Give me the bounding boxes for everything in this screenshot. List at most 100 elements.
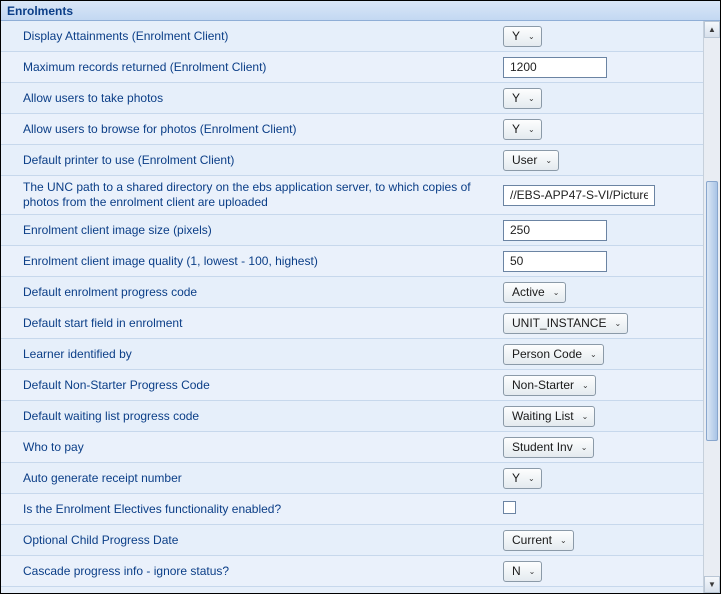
- chevron-down-icon: ⌄: [590, 350, 597, 359]
- setting-control: [503, 57, 607, 78]
- scroll-down-button[interactable]: ▼: [704, 576, 720, 593]
- setting-textbox[interactable]: [503, 57, 607, 78]
- setting-control: [503, 185, 655, 206]
- setting-control: Y⌄: [503, 468, 542, 489]
- setting-textbox[interactable]: [503, 185, 655, 206]
- chevron-down-icon: ⌄: [560, 536, 567, 545]
- setting-row: Default enrolment progress code Active ⌄: [1, 277, 703, 308]
- setting-dropdown[interactable]: Active ⌄: [503, 282, 566, 303]
- dropdown-value: UNIT_INSTANCE: [512, 316, 606, 330]
- setting-label: Default waiting list progress code: [23, 409, 503, 424]
- scroll-up-button[interactable]: ▲: [704, 21, 720, 38]
- chevron-down-icon: ⌄: [582, 412, 589, 421]
- setting-row: Learner identified by Person Code ⌄: [1, 339, 703, 370]
- setting-row: Who to pay Student Inv ⌄: [1, 432, 703, 463]
- setting-row: Enrolment client image quality (1, lowes…: [1, 246, 703, 277]
- setting-dropdown[interactable]: Y⌄: [503, 119, 542, 140]
- setting-textbox[interactable]: [503, 220, 607, 241]
- chevron-down-icon: ⌄: [553, 288, 560, 297]
- dropdown-value: User: [512, 153, 537, 167]
- chevron-down-icon: ⌄: [528, 94, 535, 103]
- chevron-down-icon: ⌄: [528, 125, 535, 134]
- panel-header: Enrolments: [1, 1, 720, 21]
- setting-dropdown[interactable]: Y⌄: [503, 468, 542, 489]
- setting-label: Allow users to browse for photos (Enrolm…: [23, 122, 503, 137]
- setting-row: Default Non-Starter Progress CodeNon-Sta…: [1, 370, 703, 401]
- vertical-scrollbar[interactable]: ▲ ▼: [703, 21, 720, 593]
- setting-row: Cascade progress info - ignore status?N⌄: [1, 556, 703, 587]
- setting-label: Default start field in enrolment: [23, 316, 503, 331]
- setting-label: Optional Child Progress Date: [23, 533, 503, 548]
- setting-row: Optional Child Progress Date Current ⌄: [1, 525, 703, 556]
- setting-control: [503, 501, 516, 517]
- setting-control: Waiting List ⌄: [503, 406, 595, 427]
- setting-row: Is the Enrolment Electives functionality…: [1, 494, 703, 525]
- setting-dropdown[interactable]: Non-Starter ⌄: [503, 375, 596, 396]
- setting-control: N⌄: [503, 561, 542, 582]
- setting-textbox[interactable]: [503, 251, 607, 272]
- setting-dropdown[interactable]: Waiting List ⌄: [503, 406, 595, 427]
- setting-label: Default enrolment progress code: [23, 285, 503, 300]
- setting-row: Default waiting list progress codeWaitin…: [1, 401, 703, 432]
- setting-control: UNIT_INSTANCE ⌄: [503, 313, 628, 334]
- scroll-thumb[interactable]: [706, 181, 718, 441]
- setting-row: Default printer to use (Enrolment Client…: [1, 145, 703, 176]
- setting-control: User ⌄: [503, 150, 559, 171]
- setting-label: Default printer to use (Enrolment Client…: [23, 153, 503, 168]
- chevron-down-icon: ⌄: [528, 32, 535, 41]
- chevron-down-icon: ⌄: [614, 319, 621, 328]
- setting-row: Allow users to take photosY⌄: [1, 83, 703, 114]
- setting-row: Maximum records returned (Enrolment Clie…: [1, 52, 703, 83]
- dropdown-value: Y: [512, 471, 520, 485]
- setting-row: Allow users to browse for photos (Enrolm…: [1, 114, 703, 145]
- settings-list: Display Attainments (Enrolment Client)Y⌄…: [1, 21, 703, 593]
- setting-dropdown[interactable]: Current ⌄: [503, 530, 574, 551]
- setting-row: Enrolment client image size (pixels): [1, 215, 703, 246]
- setting-control: Student Inv ⌄: [503, 437, 594, 458]
- setting-control: [503, 251, 607, 272]
- chevron-down-icon: ⌄: [545, 156, 552, 165]
- setting-label: Cascade progress info - ignore status?: [23, 564, 503, 579]
- setting-control: Y⌄: [503, 119, 542, 140]
- setting-label: Enrolment client image quality (1, lowes…: [23, 254, 503, 269]
- content-wrap: Display Attainments (Enrolment Client)Y⌄…: [1, 21, 720, 593]
- setting-label: Learner identified by: [23, 347, 503, 362]
- dropdown-value: Person Code: [512, 347, 582, 361]
- setting-label: Display Attainments (Enrolment Client): [23, 29, 503, 44]
- setting-control: Y⌄: [503, 26, 542, 47]
- dropdown-value: Y: [512, 91, 520, 105]
- setting-dropdown[interactable]: User ⌄: [503, 150, 559, 171]
- setting-label: Who to pay: [23, 440, 503, 455]
- setting-control: Active ⌄: [503, 282, 566, 303]
- dropdown-value: Student Inv: [512, 440, 573, 454]
- setting-label: Allow users to take photos: [23, 91, 503, 106]
- dropdown-value: Current: [512, 533, 552, 547]
- setting-row: The UNC path to a shared directory on th…: [1, 176, 703, 215]
- setting-row: Display Attainments (Enrolment Client)Y⌄: [1, 21, 703, 52]
- dropdown-value: N: [512, 564, 521, 578]
- panel-title: Enrolments: [7, 4, 73, 18]
- settings-window: Enrolments Display Attainments (Enrolmen…: [0, 0, 721, 594]
- setting-dropdown[interactable]: Y⌄: [503, 88, 542, 109]
- dropdown-value: Y: [512, 122, 520, 136]
- setting-dropdown[interactable]: N⌄: [503, 561, 542, 582]
- setting-label: Default Non-Starter Progress Code: [23, 378, 503, 393]
- setting-dropdown[interactable]: Student Inv ⌄: [503, 437, 594, 458]
- setting-label: Enrolment client image size (pixels): [23, 223, 503, 238]
- setting-control: Current ⌄: [503, 530, 574, 551]
- setting-dropdown[interactable]: Person Code ⌄: [503, 344, 604, 365]
- dropdown-value: Non-Starter: [512, 378, 574, 392]
- setting-row: Auto generate receipt numberY⌄: [1, 463, 703, 494]
- setting-row: Default start field in enrolmentUNIT_INS…: [1, 308, 703, 339]
- chevron-down-icon: ⌄: [529, 567, 536, 576]
- chevron-down-icon: ⌄: [581, 443, 588, 452]
- setting-control: [503, 220, 607, 241]
- setting-dropdown[interactable]: Y⌄: [503, 26, 542, 47]
- setting-dropdown[interactable]: UNIT_INSTANCE ⌄: [503, 313, 628, 334]
- dropdown-value: Active: [512, 285, 545, 299]
- setting-checkbox[interactable]: [503, 501, 516, 514]
- chevron-down-icon: ⌄: [528, 474, 535, 483]
- dropdown-value: Y: [512, 29, 520, 43]
- dropdown-value: Waiting List: [512, 409, 574, 423]
- chevron-down-icon: ⌄: [582, 381, 589, 390]
